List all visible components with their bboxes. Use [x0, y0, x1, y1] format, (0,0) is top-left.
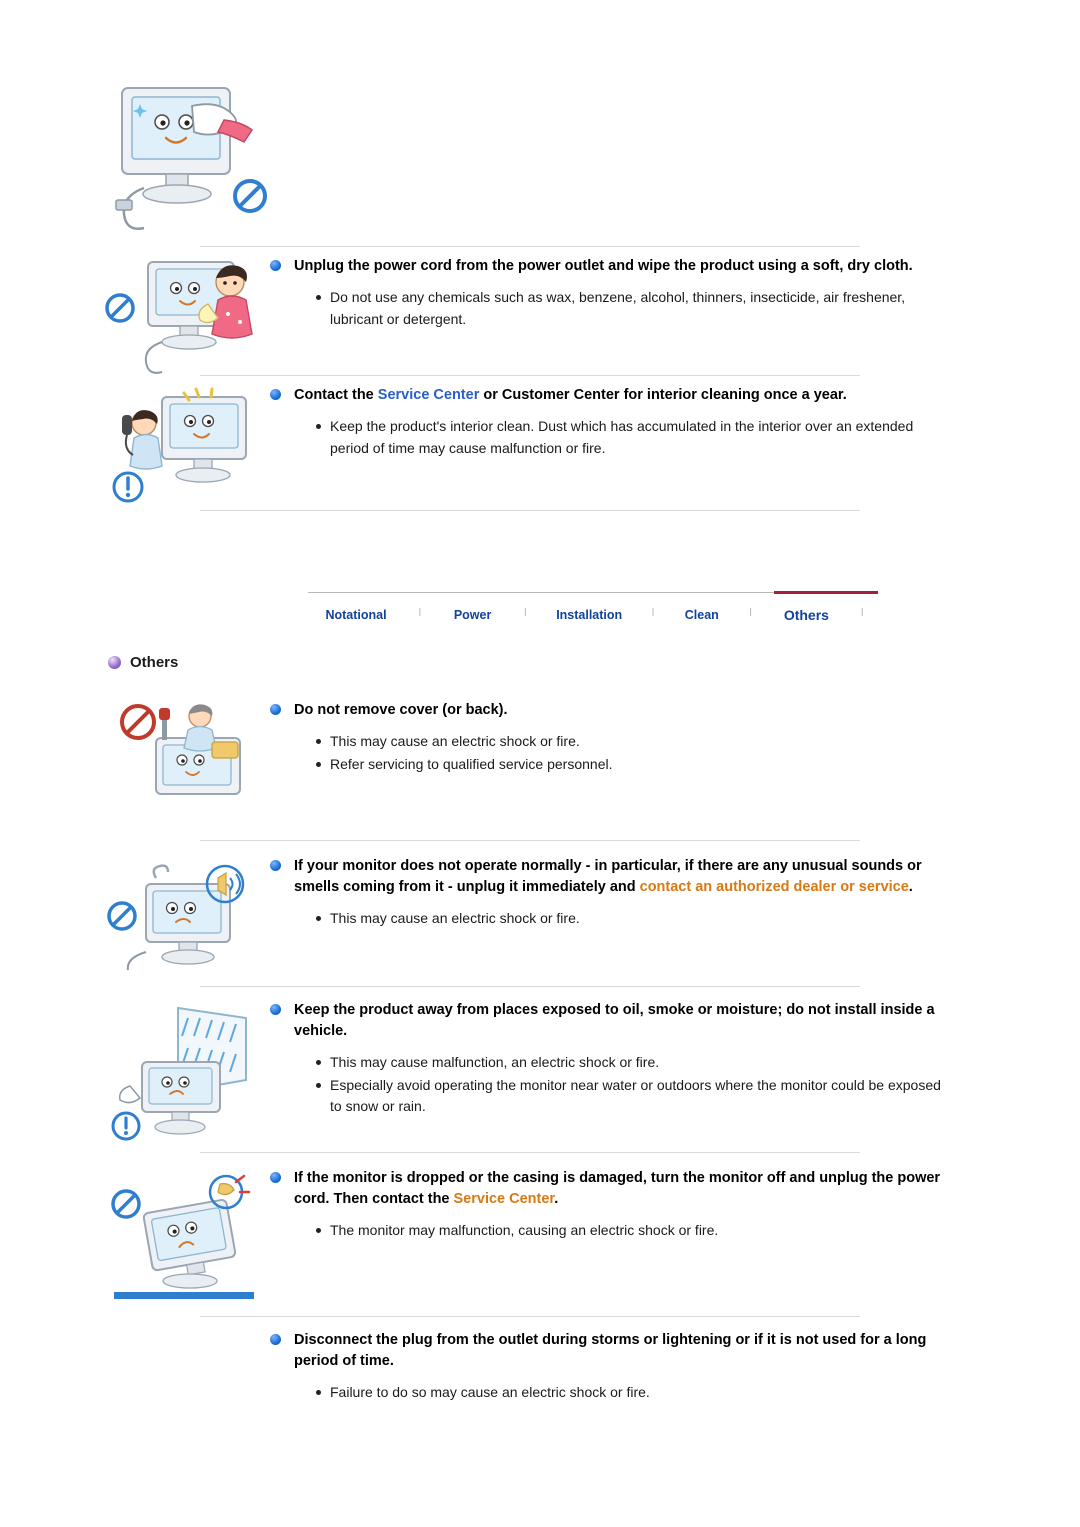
tab-separator: l	[749, 606, 752, 619]
heading-dropped-or-damaged: If the monitor is dropped or the casing …	[270, 1168, 950, 1210]
tab-notational[interactable]: Notational	[308, 604, 404, 622]
list-storms-lightening: Failure to do so may cause an electric s…	[270, 1382, 950, 1404]
illustration-interior-cleaning	[100, 385, 270, 510]
section-heading-text: Others	[130, 654, 179, 671]
bullet-icon	[270, 1334, 281, 1345]
list-do-not-remove-cover: This may cause an electric shock or fire…	[270, 731, 950, 775]
heading-text: Keep the product away from places expose…	[294, 1002, 935, 1040]
heading-text-part-1: If the monitor is dropped or the casing …	[294, 1170, 941, 1208]
divider	[200, 510, 860, 511]
list-contact-service-center: Keep the product's interior clean. Dust …	[270, 416, 950, 459]
bullet-icon	[270, 260, 281, 271]
illustration-oil-smoke-moisture	[100, 1000, 270, 1145]
heading-text-part-3: .	[554, 1191, 559, 1208]
illustration-abnormal-operation	[100, 856, 270, 976]
list-item: This may cause an electric shock or fire…	[316, 908, 950, 930]
heading-storms-lightening: Disconnect the plug from the outlet duri…	[270, 1330, 950, 1372]
tab-separator: l	[651, 606, 655, 619]
heading-do-not-remove-cover: Do not remove cover (or back).	[270, 700, 950, 721]
divider	[200, 375, 860, 376]
list-item: The monitor may malfunction, causing an …	[316, 1220, 950, 1242]
list-item: This may cause malfunction, an electric …	[316, 1052, 950, 1074]
tab-power[interactable]: Power	[436, 604, 510, 622]
page-root: Unplug the power cord from the power out…	[0, 0, 1080, 1527]
list-item: Refer servicing to qualified service per…	[316, 754, 950, 776]
divider	[200, 1316, 860, 1317]
list-unplug: Do not use any chemicals such as wax, be…	[270, 287, 950, 330]
monitor-cleaning-illustration	[100, 78, 290, 238]
list-item: Especially avoid operating the monitor n…	[316, 1075, 950, 1118]
bullet-icon	[270, 704, 281, 715]
heading-oil-smoke-moisture: Keep the product away from places expose…	[270, 1000, 950, 1042]
active-tab-underline	[774, 591, 878, 594]
block-dropped-or-damaged: If the monitor is dropped or the casing …	[100, 1168, 980, 1308]
illustration-wipe-monitor	[100, 256, 270, 376]
block-do-not-remove-cover: Do not remove cover (or back). This may …	[100, 700, 980, 810]
list-item: Do not use any chemicals such as wax, be…	[316, 287, 950, 330]
tab-installation[interactable]: Installation	[541, 604, 637, 622]
section-bullet-icon	[108, 656, 121, 669]
bullet-icon	[270, 389, 281, 400]
section-heading-others: Others	[108, 654, 178, 671]
heading-text-part-3: .	[908, 879, 913, 896]
divider	[200, 1152, 860, 1153]
heading-text-part-1: Contact the	[294, 387, 378, 403]
bullet-icon	[270, 1004, 281, 1015]
tab-separator: l	[524, 606, 527, 619]
section-unplug-power-cord: Unplug the power cord from the power out…	[100, 256, 980, 376]
tabbar: Notational l Power l Installation l Clea…	[308, 591, 878, 632]
heading-text: Unplug the power cord from the power out…	[294, 258, 913, 274]
tab-clean[interactable]: Clean	[669, 604, 735, 622]
divider	[200, 840, 860, 841]
section-contact-service-center: Contact the Service Center or Customer C…	[100, 385, 980, 510]
heading-text: Do not remove cover (or back).	[294, 702, 508, 718]
illustration-placeholder	[100, 1330, 270, 1390]
list-item: Keep the product's interior clean. Dust …	[316, 416, 950, 459]
divider	[200, 246, 860, 247]
tab-separator: l	[860, 606, 864, 619]
heading-abnormal-operation: If your monitor does not operate normall…	[270, 856, 950, 898]
list-abnormal-operation: This may cause an electric shock or fire…	[270, 908, 950, 930]
bullet-icon	[270, 1172, 281, 1183]
list-item: This may cause an electric shock or fire…	[316, 731, 950, 753]
block-keep-away-oil-smoke-moisture: Keep the product away from places expose…	[100, 1000, 980, 1145]
tab-separator: l	[418, 606, 422, 619]
tab-list: Notational l Power l Installation l Clea…	[308, 591, 878, 632]
list-oil-smoke-moisture: This may cause malfunction, an electric …	[270, 1052, 950, 1118]
illustration-dropped-monitor	[100, 1168, 270, 1308]
heading-text: Disconnect the plug from the outlet duri…	[294, 1332, 927, 1370]
list-item: Failure to do so may cause an electric s…	[316, 1382, 950, 1404]
block-storms-lightening: Disconnect the plug from the outlet duri…	[100, 1330, 980, 1405]
divider	[200, 986, 860, 987]
illustration-do-not-remove-cover	[100, 700, 270, 810]
list-dropped-or-damaged: The monitor may malfunction, causing an …	[270, 1220, 950, 1242]
authorized-dealer-link[interactable]: contact an authorized dealer or service	[640, 879, 909, 895]
block-abnormal-operation: If your monitor does not operate normall…	[100, 856, 980, 976]
heading-unplug: Unplug the power cord from the power out…	[270, 256, 950, 277]
heading-text-part-3: or Customer Center for interior cleaning…	[479, 387, 847, 403]
bullet-icon	[270, 860, 281, 871]
service-center-link[interactable]: Service Center	[378, 387, 480, 403]
tab-others[interactable]: Others	[766, 603, 846, 623]
service-center-link[interactable]: Service Center	[454, 1191, 555, 1207]
heading-contact-service-center: Contact the Service Center or Customer C…	[270, 385, 950, 406]
